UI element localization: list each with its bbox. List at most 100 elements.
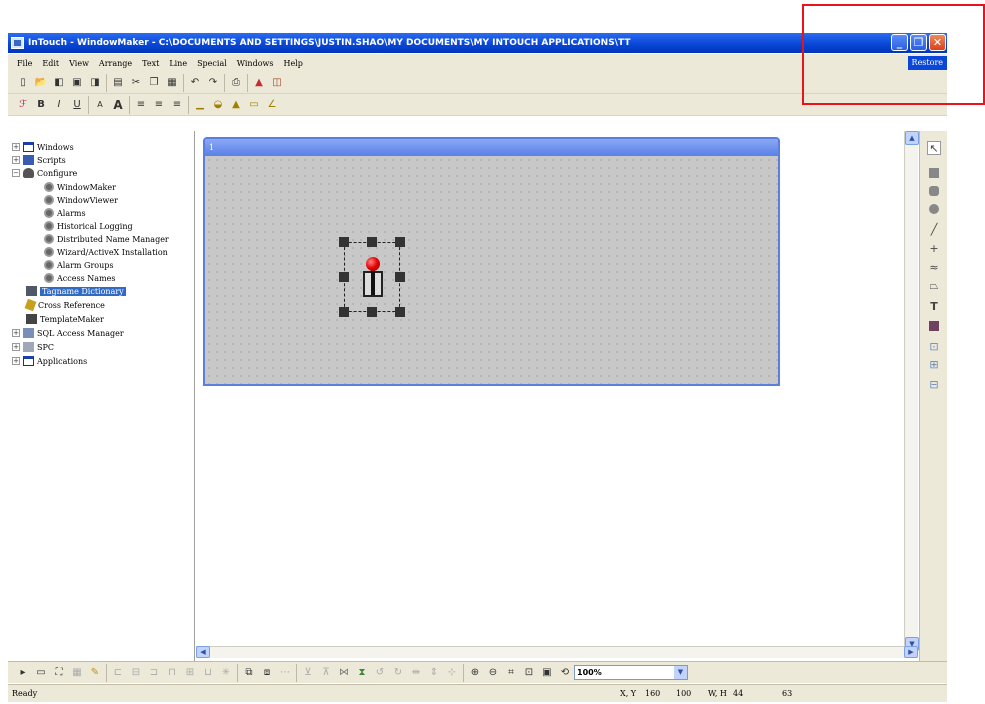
menu-edit[interactable]: Edit bbox=[37, 59, 64, 68]
underline-button[interactable]: U bbox=[69, 97, 85, 113]
tree-item-sql-access-manager[interactable]: + SQL Access Manager bbox=[12, 327, 124, 339]
collapse-icon[interactable]: − bbox=[12, 169, 20, 177]
menu-view[interactable]: View bbox=[64, 59, 94, 68]
rounded-rectangle-tool-icon[interactable] bbox=[927, 184, 941, 198]
menu-line[interactable]: Line bbox=[164, 59, 192, 68]
menu-text[interactable]: Text bbox=[137, 59, 164, 68]
tree-item-tagname-dictionary[interactable]: Tagname Dictionary bbox=[26, 285, 126, 297]
align-center-objects-icon[interactable]: ⊟ bbox=[128, 665, 144, 681]
line-tool-icon[interactable]: ╱ bbox=[927, 222, 941, 236]
tree-item-configure[interactable]: − Configure bbox=[12, 167, 77, 179]
frame-icon[interactable]: ▭ bbox=[33, 665, 49, 681]
expand-icon[interactable]: + bbox=[12, 343, 20, 351]
wizard-tool-icon[interactable]: ⊞ bbox=[927, 357, 941, 371]
grid-icon[interactable]: ▦ bbox=[69, 665, 85, 681]
scroll-left-icon[interactable]: ◀ bbox=[196, 646, 210, 658]
wizard-icon[interactable]: ◫ bbox=[269, 75, 285, 91]
cut-icon[interactable]: ✂ bbox=[128, 75, 144, 91]
redo-icon[interactable]: ↷ bbox=[205, 75, 221, 91]
zoom-normal-icon[interactable]: ⌗ bbox=[503, 665, 519, 681]
print-icon[interactable]: ⎙ bbox=[228, 75, 244, 91]
zoom-window-icon[interactable]: ▣ bbox=[539, 665, 555, 681]
menu-file[interactable]: File bbox=[12, 59, 37, 68]
child-window[interactable]: 1 bbox=[203, 137, 780, 386]
zoom-selection-icon[interactable]: ⊡ bbox=[521, 665, 537, 681]
align-right-objects-icon[interactable]: ⊐ bbox=[146, 665, 162, 681]
blink-icon[interactable]: ∠ bbox=[264, 97, 280, 113]
menu-help[interactable]: Help bbox=[278, 59, 307, 68]
expand-icon[interactable]: + bbox=[12, 143, 20, 151]
line-color-icon[interactable]: ▁ bbox=[192, 97, 208, 113]
properties-icon[interactable]: ▤ bbox=[110, 75, 126, 91]
send-to-back-icon[interactable]: ⧈ bbox=[259, 665, 275, 681]
tree-item-windowviewer[interactable]: WindowViewer bbox=[44, 194, 118, 206]
resize-handle[interactable] bbox=[367, 237, 377, 247]
resize-handle[interactable] bbox=[367, 307, 377, 317]
menu-windows[interactable]: Windows bbox=[232, 59, 279, 68]
align-left-icon[interactable]: ≡ bbox=[133, 97, 149, 113]
horizontal-scrollbar[interactable]: ◀ ▶ bbox=[196, 646, 918, 658]
child-window-title-bar[interactable]: 1 bbox=[205, 139, 778, 156]
edit-pencil-icon[interactable]: ✎ bbox=[87, 665, 103, 681]
make-cell-icon[interactable]: ⋈ bbox=[336, 665, 352, 681]
tree-item-alarm-groups[interactable]: Alarm Groups bbox=[44, 259, 113, 271]
flip-vertical-icon[interactable]: ⇕ bbox=[426, 665, 442, 681]
resize-handle[interactable] bbox=[395, 307, 405, 317]
workspace[interactable]: 1 bbox=[196, 131, 918, 651]
enlarge-font-button[interactable]: A bbox=[110, 97, 126, 113]
tree-item-historical-logging[interactable]: Historical Logging bbox=[44, 220, 133, 232]
resize-handle[interactable] bbox=[339, 272, 349, 282]
save-icon[interactable]: ▣ bbox=[69, 75, 85, 91]
tree-item-templatemaker[interactable]: TemplateMaker bbox=[26, 313, 104, 325]
space-horizontal-icon[interactable]: ⋯ bbox=[277, 665, 293, 681]
text-tool-icon[interactable]: T bbox=[927, 299, 941, 313]
rotate-right-icon[interactable]: ↻ bbox=[390, 665, 406, 681]
align-right-icon[interactable]: ≡ bbox=[169, 97, 185, 113]
polygon-tool-icon[interactable]: ⏢ bbox=[927, 279, 941, 293]
copy-icon[interactable]: ❐ bbox=[146, 75, 162, 91]
pan-icon[interactable]: ⟲ bbox=[557, 665, 573, 681]
hv-line-tool-icon[interactable]: + bbox=[927, 241, 941, 255]
align-bottom-objects-icon[interactable]: ⊔ bbox=[200, 665, 216, 681]
tree-item-scripts[interactable]: + Scripts bbox=[12, 154, 66, 166]
scroll-right-icon[interactable]: ▶ bbox=[904, 646, 918, 658]
resize-handle[interactable] bbox=[339, 237, 349, 247]
align-center-icon[interactable]: ≡ bbox=[151, 97, 167, 113]
rotate-left-icon[interactable]: ↺ bbox=[372, 665, 388, 681]
zoom-out-icon[interactable]: ⊖ bbox=[485, 665, 501, 681]
chevron-down-icon[interactable]: ▼ bbox=[674, 666, 687, 679]
selection-tool-icon[interactable]: ↖ bbox=[927, 141, 941, 155]
break-symbol-icon[interactable]: ⊼ bbox=[318, 665, 334, 681]
zoom-select[interactable]: 100% ▼ bbox=[574, 665, 688, 680]
expand-icon[interactable]: + bbox=[12, 357, 20, 365]
new-window-icon[interactable]: ▯ bbox=[15, 75, 31, 91]
selection-mode-icon[interactable]: ▸ bbox=[15, 665, 31, 681]
reduce-font-button[interactable]: A bbox=[92, 97, 108, 113]
ellipse-tool-icon[interactable] bbox=[927, 202, 941, 216]
open-window-icon[interactable]: 📂 bbox=[33, 75, 49, 91]
resize-handle[interactable] bbox=[395, 272, 405, 282]
tree-item-windows[interactable]: + Windows bbox=[12, 141, 74, 153]
undo-icon[interactable]: ↶ bbox=[187, 75, 203, 91]
tree-item-alarms[interactable]: Alarms bbox=[44, 207, 86, 219]
menu-arrange[interactable]: Arrange bbox=[94, 59, 137, 68]
tree-item-applications[interactable]: + Applications bbox=[12, 355, 87, 367]
scroll-up-icon[interactable]: ▲ bbox=[905, 131, 919, 145]
tree-item-cross-reference[interactable]: Cross Reference bbox=[24, 298, 105, 312]
full-screen-icon[interactable]: ⛶ bbox=[51, 665, 67, 681]
make-symbol-icon[interactable]: ⊻ bbox=[300, 665, 316, 681]
save-all-icon[interactable]: ◨ bbox=[87, 75, 103, 91]
align-middle-objects-icon[interactable]: ⊞ bbox=[182, 665, 198, 681]
align-left-objects-icon[interactable]: ⊏ bbox=[110, 665, 126, 681]
expand-icon[interactable]: + bbox=[12, 156, 20, 164]
resize-handle[interactable] bbox=[339, 307, 349, 317]
italic-button[interactable]: I bbox=[51, 97, 67, 113]
rectangle-tool-icon[interactable] bbox=[927, 166, 941, 180]
font-icon[interactable]: ℱ bbox=[15, 97, 31, 113]
paste-icon[interactable]: ▦ bbox=[164, 75, 180, 91]
tree-item-access-names[interactable]: Access Names bbox=[44, 272, 115, 284]
close-window-icon[interactable]: ◧ bbox=[51, 75, 67, 91]
activex-tool-icon[interactable]: ⊟ bbox=[927, 377, 941, 391]
expand-icon[interactable]: + bbox=[12, 329, 20, 337]
window-color-icon[interactable]: ▭ bbox=[246, 97, 262, 113]
